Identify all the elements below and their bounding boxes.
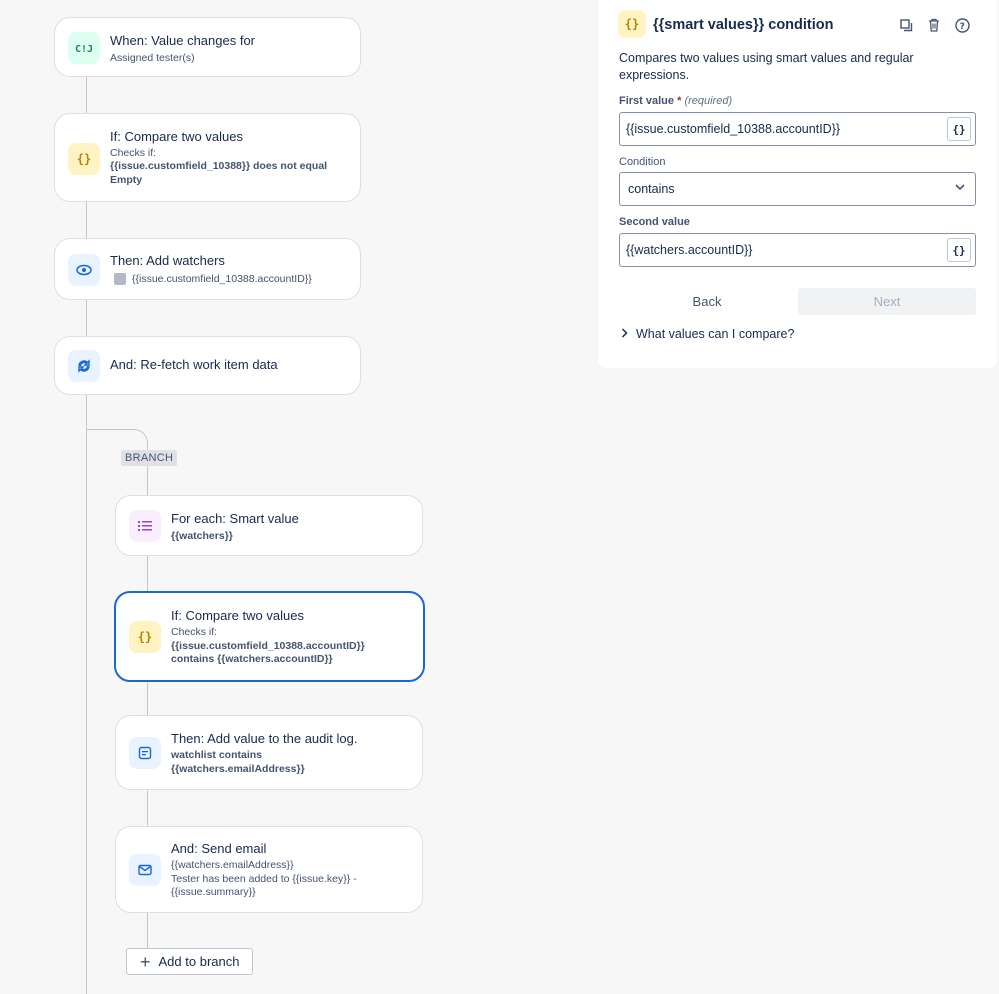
mail-icon [129,854,161,886]
panel-actions: ? [898,17,970,33]
smart-value-button[interactable]: {} [947,117,971,141]
back-button[interactable]: Back [642,288,772,315]
copy-icon[interactable] [898,17,914,33]
svg-text:?: ? [959,22,964,32]
braces-icon: {} [618,10,646,38]
for-each-value: {{watchers}} [171,530,233,542]
condition-title: If: Compare two values [171,608,304,623]
next-button[interactable]: Next [798,288,976,315]
help-icon[interactable]: ? [954,17,970,33]
first-value-text: {{issue.customfield_10388.accountID}} [626,122,841,136]
condition-checks-label: Checks if: [110,147,157,159]
second-value-label: Second value [619,216,690,228]
condition-detail: {{issue.customfield_10388}} does not equ… [110,160,328,186]
condition-select[interactable]: contains [619,172,976,206]
condition-card[interactable]: {} If: Compare two values Checks if: {{i… [54,113,361,202]
condition-config-panel: {} {{smart values}} condition ? Compares… [598,0,997,368]
add-watchers-value: {{issue.customfield_10388.accountID}} [132,273,312,285]
eye-icon [68,254,100,286]
connector-line [86,77,87,994]
second-value-text: {{watchers.accountID}} [626,243,753,257]
add-to-branch-label: Add to branch [158,954,240,969]
chevron-right-icon [621,327,628,341]
condition-label: Condition [619,156,666,168]
expander-label: What values can I compare? [636,327,795,341]
audit-log-title: Then: Add value to the audit log. [171,731,358,746]
send-email-title: And: Send email [171,841,267,856]
chevron-down-icon [955,182,965,194]
condition-detail-line2: contains {{watchers.accountID}} [171,653,333,665]
plus-icon: + [140,951,151,972]
first-value-label: First value * (required) [619,95,733,107]
audit-log-card[interactable]: Then: Add value to the audit log. watchl… [115,715,423,790]
condition-selected-value: contains [628,182,675,196]
add-watchers-card[interactable]: Then: Add watchers {{issue.customfield_1… [54,238,361,300]
braces-icon: {} [129,621,161,653]
refetch-title: And: Re-fetch work item data [110,357,278,372]
list-icon [129,510,161,542]
send-email-line3: {{issue.summary}} [171,886,256,898]
send-email-card[interactable]: And: Send email {{watchers.emailAddress}… [115,826,423,913]
user-avatar-icon [114,273,126,285]
refetch-card[interactable]: And: Re-fetch work item data [54,336,361,395]
panel-description: Compares two values using smart values a… [619,51,914,82]
add-watchers-title: Then: Add watchers [110,253,225,268]
first-value-field[interactable]: {{issue.customfield_10388.accountID}} {} [619,112,976,146]
for-each-title: For each: Smart value [171,511,299,526]
add-to-branch-button[interactable]: + Add to branch [126,948,253,975]
for-each-card[interactable]: For each: Smart value {{watchers}} [115,495,423,556]
trigger-title: When: Value changes for [110,33,256,48]
braces-icon: {} [68,143,100,175]
branch-label: BRANCH [121,450,178,466]
trigger-icon: C!J [68,32,100,64]
condition-card-selected[interactable]: {} If: Compare two values Checks if: {{i… [114,591,425,682]
svg-text:C!J: C!J [75,44,93,54]
second-value-field[interactable]: {{watchers.accountID}} {} [619,233,976,267]
compare-help-expander[interactable]: What values can I compare? [621,327,794,341]
audit-log-line1: watchlist contains [171,749,263,761]
send-email-line1: {{watchers.emailAddress}} [171,859,294,871]
condition-checks-label: Checks if: [171,626,218,638]
trigger-card[interactable]: C!J When: Value changes for Assigned tes… [54,17,361,77]
condition-detail-line1: {{issue.customfield_10388.accountID}} [171,640,365,652]
smart-value-button[interactable]: {} [947,238,971,262]
trigger-subtitle: Assigned tester(s) [110,52,195,64]
trash-icon[interactable] [926,17,942,33]
send-email-line2: Tester has been added to {{issue.key}} - [171,873,357,885]
refresh-icon [68,350,100,382]
audit-log-line2: {{watchers.emailAddress}} [171,763,305,775]
document-icon [129,737,161,769]
condition-title: If: Compare two values [110,129,243,144]
panel-title: {{smart values}} condition [653,17,834,33]
